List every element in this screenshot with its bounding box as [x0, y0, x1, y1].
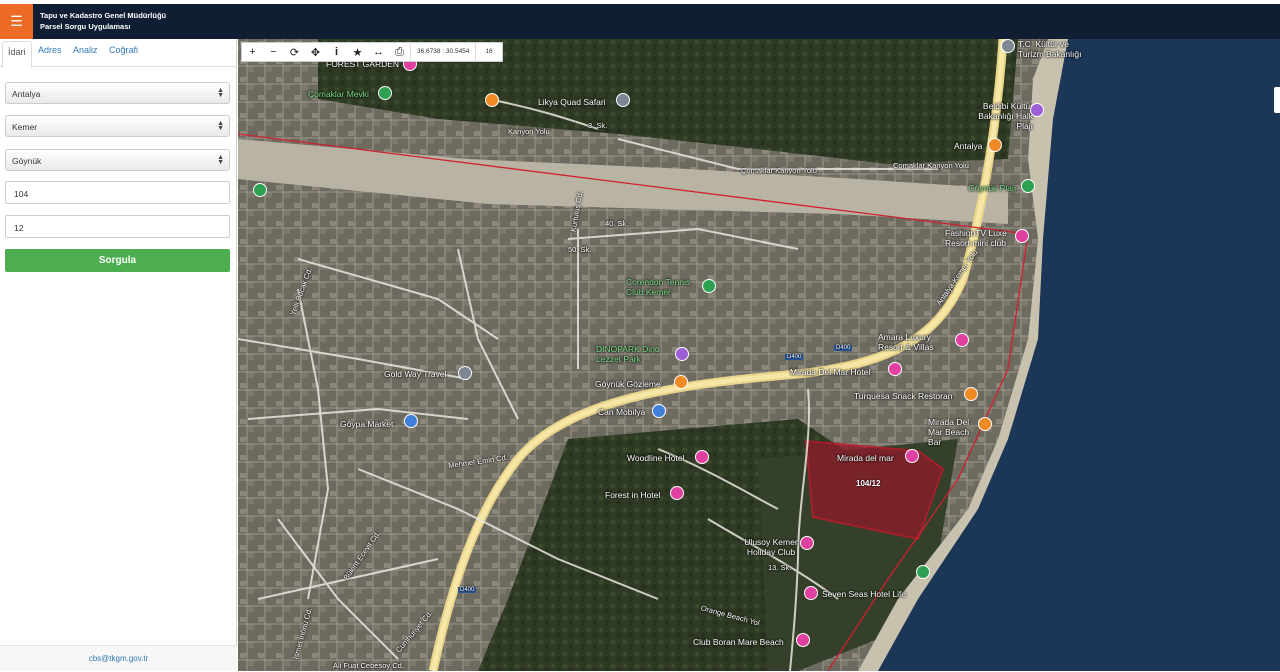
- province-select[interactable]: Antalya ▲ ▼: [5, 82, 230, 104]
- map-label: Göynük Gözleme: [595, 379, 661, 389]
- hotel-icon[interactable]: [888, 362, 902, 376]
- map-label: Club Boran Mare Beach: [693, 637, 784, 647]
- info-icon[interactable]: i: [326, 42, 347, 62]
- road-label: 13. Sk.: [768, 563, 792, 572]
- map-label: Corendon Tennis Club Kemer: [626, 277, 691, 297]
- select-arrows-icon: ▲ ▼: [217, 120, 224, 132]
- app-title: Tapu ve Kadastro Genel Müdürlüğü Parsel …: [40, 10, 166, 32]
- crosshair-icon[interactable]: ✥: [305, 42, 326, 62]
- map-label: Antalya: [954, 141, 983, 151]
- road-label: Çomaklar Kanyon Yolu: [893, 161, 969, 170]
- market-icon[interactable]: [404, 414, 418, 428]
- parcel-label: 104/12: [856, 479, 881, 488]
- map-label: Gold Way Travel: [384, 369, 447, 379]
- tab-idari[interactable]: İdari: [2, 41, 32, 68]
- road-label: D400: [458, 587, 477, 593]
- museum-icon[interactable]: [1030, 103, 1044, 117]
- map-label: Can Mobilya: [598, 407, 646, 417]
- road-label: Çomaklar Kanyon Yolu: [741, 166, 817, 175]
- map-label: FashionTV Luxe Resort mini club: [945, 228, 1007, 248]
- tab-cografi[interactable]: Coğrafi: [109, 45, 138, 55]
- road-label: D400: [785, 354, 804, 360]
- map-label: Mirada Del Mar Hotel: [790, 367, 871, 377]
- tab-adres[interactable]: Adres: [38, 45, 62, 55]
- hamburger-icon[interactable]: ☰: [0, 4, 33, 39]
- map-side-button[interactable]: [1274, 87, 1280, 113]
- select-arrows-icon: ▲ ▼: [217, 154, 224, 166]
- app-title-line2: Parsel Sorgu Uygulaması: [40, 22, 131, 31]
- hotel-icon[interactable]: [955, 333, 969, 347]
- refresh-icon[interactable]: ⟳: [284, 42, 305, 62]
- park-icon[interactable]: [916, 565, 930, 579]
- road-label: D400: [834, 345, 853, 351]
- park-icon[interactable]: [253, 183, 267, 197]
- road-label: 40. Sk.: [605, 219, 629, 228]
- bar-icon[interactable]: [978, 417, 992, 431]
- map-label: Seven Seas Hotel Life: [822, 589, 907, 599]
- map-label: Mirada Del Mar Beach Bar: [928, 417, 970, 447]
- parcel-input[interactable]: 12: [5, 215, 230, 238]
- place-icon[interactable]: [616, 93, 630, 107]
- shop-icon[interactable]: [652, 404, 666, 418]
- province-value: Antalya: [12, 89, 41, 99]
- map-label: Göypa Market: [340, 419, 394, 429]
- tab-analiz[interactable]: Analiz: [73, 45, 98, 55]
- map-label: Göynük Plajı: [968, 183, 1017, 193]
- footer-email-link[interactable]: cbs@tkgm.gov.tr: [0, 645, 237, 671]
- map-label: Likya Quad Safari: [538, 97, 606, 107]
- query-button[interactable]: Sorgula: [5, 249, 230, 272]
- map-label: Amara Luxury Resort & Villas: [878, 332, 934, 352]
- map-label: Mirada del mar: [837, 453, 894, 463]
- minus-icon[interactable]: −: [263, 42, 284, 62]
- plus-icon[interactable]: +: [242, 42, 263, 62]
- travel-agency-icon[interactable]: [458, 366, 472, 380]
- road-label: Kanyon Yolu: [508, 127, 550, 136]
- tab-bar: İdari Adres Analiz Coğrafi: [0, 39, 237, 68]
- park-icon[interactable]: [378, 86, 392, 100]
- select-arrows-icon: ▲ ▼: [217, 87, 224, 99]
- star-icon[interactable]: ★: [347, 42, 368, 62]
- place-icon[interactable]: [1001, 39, 1015, 53]
- map-label: Turquesa Snack Restoran: [854, 391, 953, 401]
- map-label: Woodline Hotel: [627, 453, 685, 463]
- restaurant-icon[interactable]: [988, 138, 1002, 152]
- hotel-icon[interactable]: [1015, 229, 1029, 243]
- map-label: Ulusoy Kemer Holiday Club: [744, 537, 798, 557]
- query-sidebar: İdari Adres Analiz Coğrafi Antalya ▲ ▼ Ke…: [0, 39, 237, 671]
- map-label: T.C. Kültür ve Turizm Bakanlığı: [1018, 39, 1082, 59]
- satellite-map[interactable]: FOREST GARDEN Çomaklar Mevki Likya Quad …: [238, 39, 1280, 671]
- restaurant-icon[interactable]: [674, 375, 688, 389]
- hotel-icon[interactable]: [695, 450, 709, 464]
- road-label: 50. Sk.: [568, 245, 592, 254]
- neighborhood-select[interactable]: Göynük ▲ ▼: [5, 149, 230, 171]
- hotel-icon[interactable]: [796, 633, 810, 647]
- hotel-icon[interactable]: [670, 486, 684, 500]
- print-icon[interactable]: ⎙: [389, 42, 410, 62]
- zoom-level: 16: [475, 42, 501, 62]
- coordinate-readout: 36.6738 : 30.5454: [410, 42, 475, 62]
- district-select[interactable]: Kemer ▲ ▼: [5, 115, 230, 137]
- restaurant-icon[interactable]: [964, 387, 978, 401]
- neighborhood-value: Göynük: [12, 156, 42, 166]
- amusement-icon[interactable]: [675, 347, 689, 361]
- hotel-icon[interactable]: [905, 449, 919, 463]
- tennis-icon[interactable]: [702, 279, 716, 293]
- hotel-icon[interactable]: [800, 536, 814, 550]
- app-header: ☰ Tapu ve Kadastro Genel Müdürlüğü Parse…: [0, 4, 1280, 39]
- map-label: Çomaklar Mevki: [308, 89, 369, 99]
- map-label: Forest in Hotel: [605, 490, 661, 500]
- map-label: DİNOPARK Dino Lezzet Park: [596, 344, 660, 364]
- app-title-line1: Tapu ve Kadastro Genel Müdürlüğü: [40, 11, 167, 20]
- map-toolbar: + − ⟳ ✥ i ★ ↔ ⎙ 36.6738 : 30.5454 16: [241, 42, 503, 62]
- block-input[interactable]: 104: [5, 181, 230, 204]
- restaurant-icon[interactable]: [485, 93, 499, 107]
- road-label: Ali Fuat Cebesoy Cd.: [333, 661, 404, 670]
- hotel-icon[interactable]: [804, 586, 818, 600]
- road-label: 3. Sk.: [588, 121, 608, 130]
- district-value: Kemer: [12, 122, 38, 132]
- map-imagery: [238, 39, 1280, 671]
- beach-icon[interactable]: [1021, 179, 1035, 193]
- map-label: Beldibi Kültür Bakanlığı Halk Plajı: [978, 101, 1033, 131]
- measure-icon[interactable]: ↔: [368, 42, 389, 62]
